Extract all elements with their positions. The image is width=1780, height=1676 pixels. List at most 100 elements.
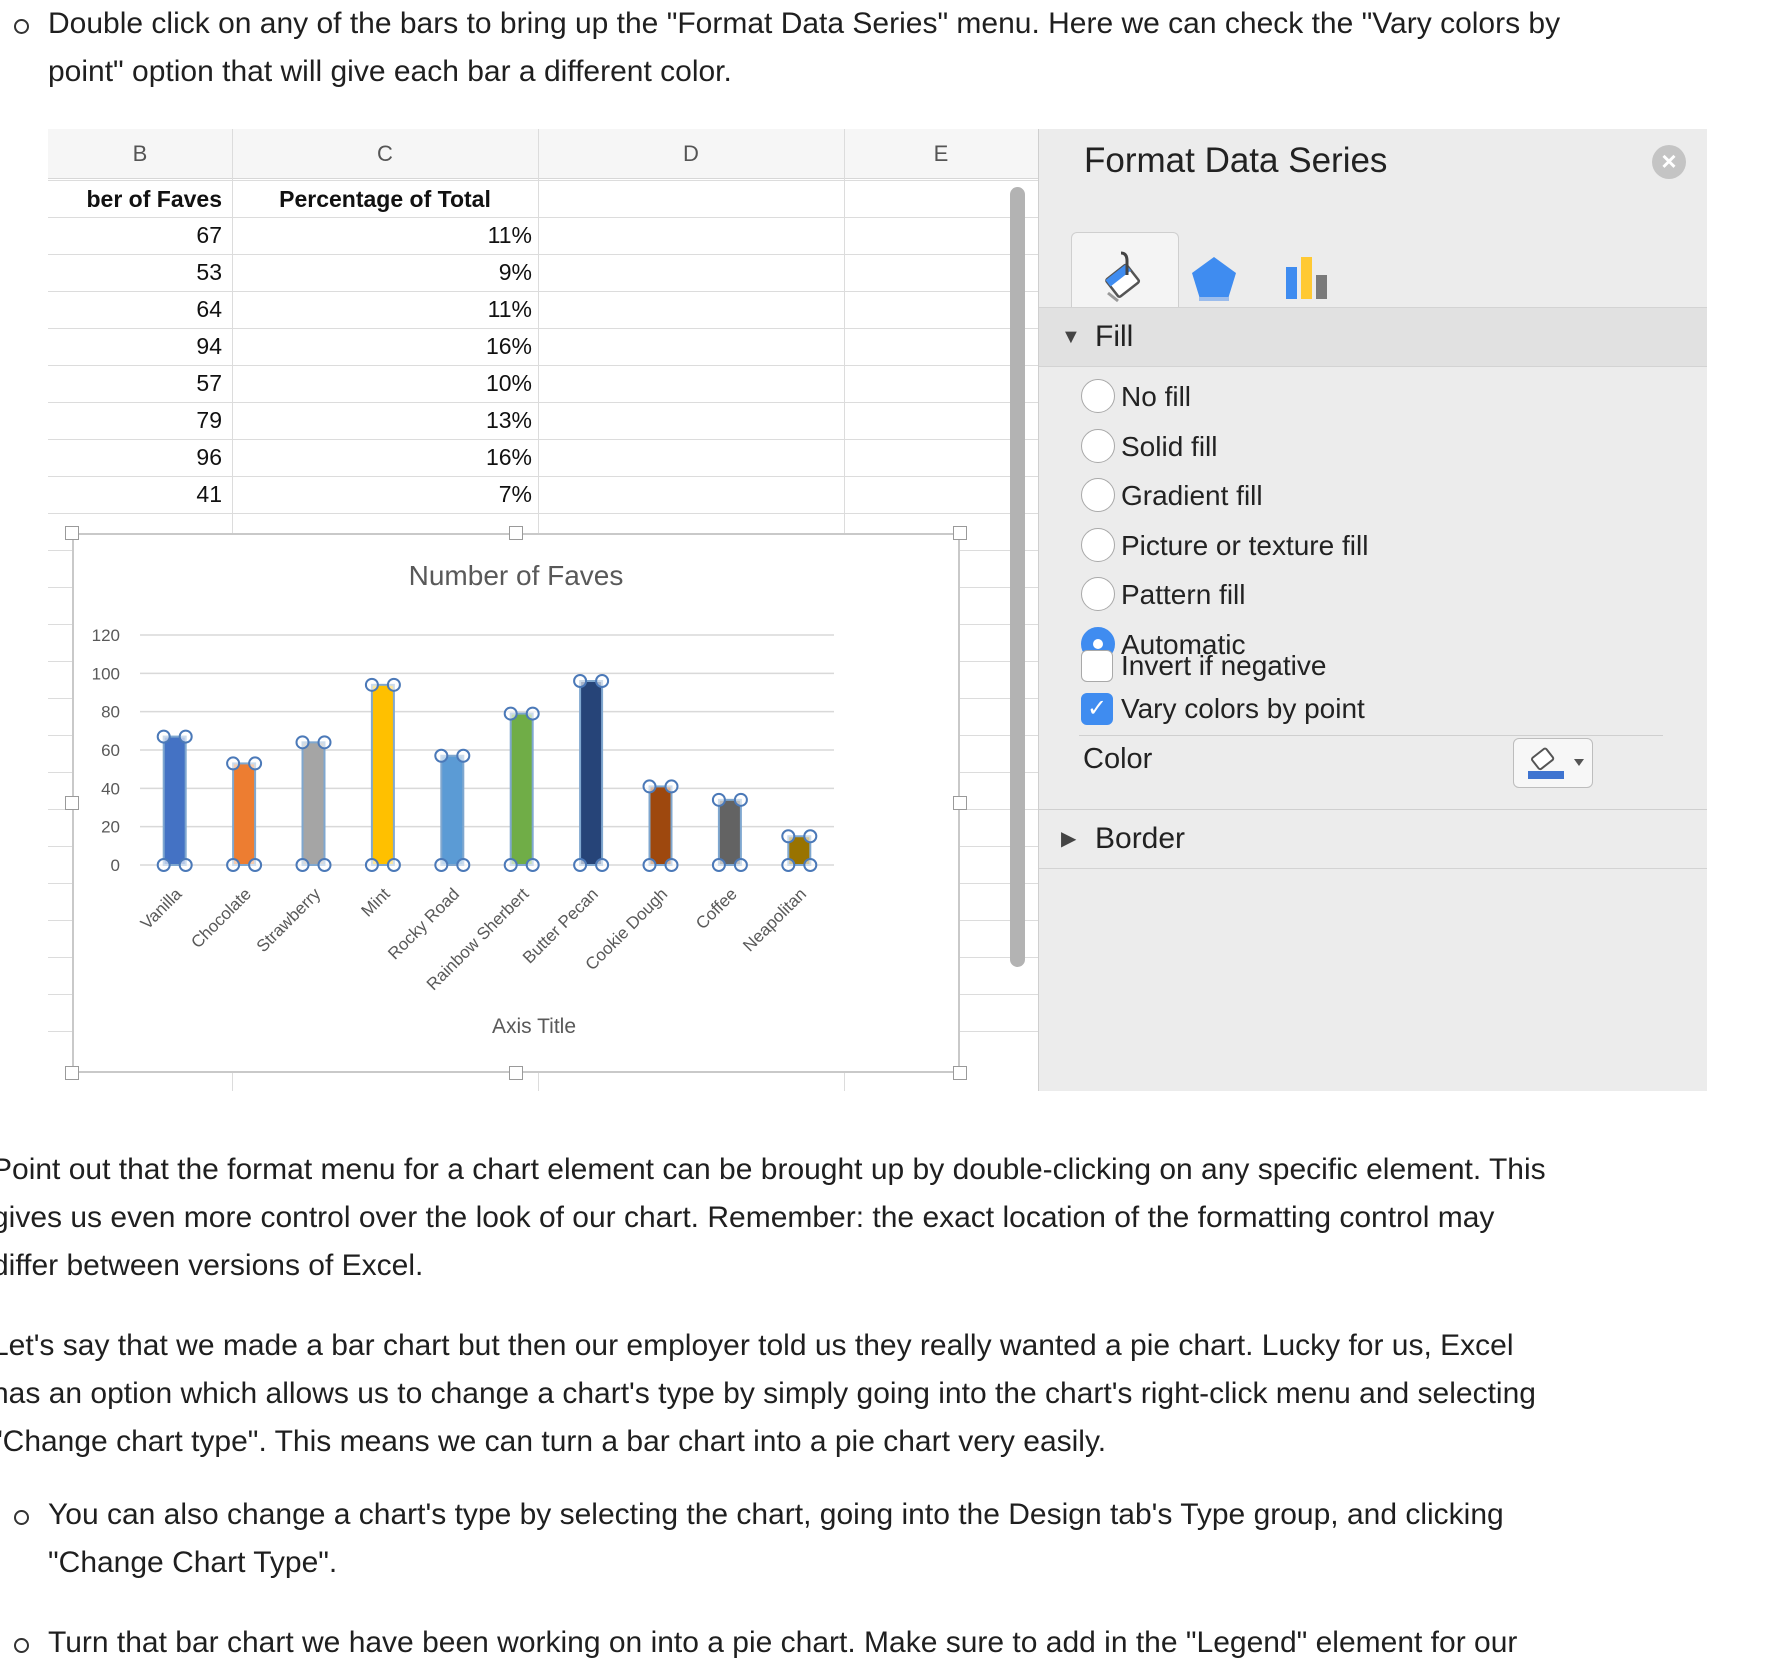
pentagon-icon[interactable] <box>1188 253 1240 305</box>
bar-vanilla[interactable] <box>162 735 187 866</box>
cell-percentage[interactable]: 16% <box>232 328 538 364</box>
cell-faves[interactable]: 79 <box>48 402 228 438</box>
cell-faves[interactable]: 41 <box>48 476 228 512</box>
selection-handle[interactable] <box>503 858 518 872</box>
border-section-header[interactable]: ▶ Border <box>1039 810 1707 869</box>
selection-handle[interactable] <box>664 858 679 872</box>
selection-handle[interactable] <box>595 674 610 688</box>
cell-percentage[interactable]: 11% <box>232 291 538 327</box>
resize-handle[interactable] <box>65 796 79 810</box>
selection-handle[interactable] <box>178 858 193 872</box>
cell-percentage[interactable]: 11% <box>232 217 538 253</box>
bar-strawberry[interactable] <box>301 741 326 866</box>
radio-button[interactable] <box>1081 527 1115 562</box>
bar-coffee[interactable] <box>717 798 742 867</box>
selection-handle[interactable] <box>386 677 401 692</box>
selection-handle[interactable] <box>226 756 241 771</box>
selection-handle[interactable] <box>156 858 171 872</box>
close-button[interactable]: × <box>1652 145 1686 179</box>
selection-handle[interactable] <box>386 858 401 872</box>
selection-handle[interactable] <box>525 706 540 721</box>
checkbox[interactable]: ✓ <box>1081 693 1113 725</box>
radio-button[interactable] <box>1081 379 1115 413</box>
selection-handle[interactable] <box>295 735 310 750</box>
cell-faves[interactable]: 94 <box>48 328 228 364</box>
chart-object[interactable]: Number of Faves Axis Title 0 20 40 60 80 100 1… <box>72 533 960 1073</box>
selection-handle[interactable] <box>178 729 193 744</box>
selection-handle[interactable] <box>248 858 263 872</box>
selection-handle[interactable] <box>525 858 540 872</box>
cell-header-percentage[interactable]: Percentage of Total <box>232 181 538 217</box>
bar-butter-pecan[interactable] <box>579 680 604 866</box>
resize-handle[interactable] <box>953 526 967 540</box>
selection-handle[interactable] <box>711 792 726 807</box>
column-header-c[interactable]: C <box>232 129 538 179</box>
checkbox[interactable] <box>1081 650 1113 682</box>
cell-faves[interactable]: 96 <box>48 439 228 475</box>
selection-handle[interactable] <box>642 779 657 794</box>
vertical-scrollbar[interactable] <box>1010 187 1025 967</box>
bar-chocolate[interactable] <box>232 762 257 867</box>
chart-title[interactable]: Number of Faves <box>409 560 624 591</box>
color-picker-button[interactable] <box>1513 738 1593 788</box>
selection-handle[interactable] <box>803 829 818 844</box>
resize-handle[interactable] <box>65 526 79 540</box>
bar-rocky-road[interactable] <box>440 754 465 866</box>
radio-button[interactable] <box>1081 478 1115 512</box>
bar-mint[interactable] <box>370 683 395 866</box>
cell-percentage[interactable]: 13% <box>232 402 538 438</box>
selection-handle[interactable] <box>226 858 241 872</box>
selection-handle[interactable] <box>434 748 449 763</box>
selection-handle[interactable] <box>781 829 796 844</box>
selection-handle[interactable] <box>573 674 588 688</box>
selection-handle[interactable] <box>781 858 796 872</box>
cell-faves[interactable]: 57 <box>48 365 228 401</box>
selection-handle[interactable] <box>573 858 588 872</box>
cell-faves[interactable]: 64 <box>48 291 228 327</box>
selection-handle[interactable] <box>295 858 310 872</box>
selection-handle[interactable] <box>317 735 332 750</box>
selection-handle[interactable] <box>711 858 726 872</box>
selection-handle[interactable] <box>733 858 748 872</box>
paint-bucket-icon[interactable] <box>1094 247 1154 307</box>
selection-handle[interactable] <box>456 858 471 872</box>
fill-section-header[interactable]: ▼ Fill <box>1039 307 1707 367</box>
bar-rainbow-sherbert[interactable] <box>509 712 534 866</box>
radio-button[interactable] <box>1081 428 1115 463</box>
cell-header-faves[interactable]: ber of Faves <box>48 181 228 217</box>
bar-chart-icon[interactable] <box>1282 249 1338 305</box>
cell-faves[interactable]: 53 <box>48 254 228 290</box>
cell-faves[interactable]: 67 <box>48 217 228 253</box>
selection-handle[interactable] <box>803 858 818 872</box>
selection-handle[interactable] <box>733 792 748 807</box>
resize-handle[interactable] <box>953 1066 967 1080</box>
selection-handle[interactable] <box>364 858 379 872</box>
bar-chart[interactable]: Number of Faves Axis Title 0 20 40 60 80 100 1… <box>74 535 958 1071</box>
selection-handle[interactable] <box>642 858 657 872</box>
selection-handle[interactable] <box>364 677 379 692</box>
radio-button[interactable] <box>1081 577 1115 611</box>
bar-cookie-dough[interactable] <box>648 785 673 867</box>
cell-percentage[interactable]: 10% <box>232 365 538 401</box>
resize-handle[interactable] <box>65 1066 79 1080</box>
selection-handle[interactable] <box>317 858 332 872</box>
bar-series[interactable] <box>156 674 818 872</box>
column-header-e[interactable]: E <box>844 129 1038 179</box>
cell-percentage[interactable]: 7% <box>232 476 538 512</box>
cell-percentage[interactable]: 9% <box>232 254 538 290</box>
cell-percentage[interactable]: 16% <box>232 439 538 475</box>
selection-handle[interactable] <box>248 756 263 771</box>
selection-handle[interactable] <box>434 858 449 872</box>
x-axis-labels: Vanilla ChocolateStrawberry MintRocky Road… <box>137 884 810 994</box>
x-axis-title[interactable]: Axis Title <box>492 1015 576 1038</box>
resize-handle[interactable] <box>509 1066 523 1080</box>
resize-handle[interactable] <box>953 796 967 810</box>
selection-handle[interactable] <box>595 858 610 872</box>
selection-handle[interactable] <box>664 779 679 794</box>
column-header-d[interactable]: D <box>538 129 844 179</box>
selection-handle[interactable] <box>156 729 171 744</box>
resize-handle[interactable] <box>509 526 523 540</box>
column-header-b[interactable]: B <box>48 129 232 179</box>
selection-handle[interactable] <box>456 748 471 763</box>
selection-handle[interactable] <box>503 706 518 721</box>
